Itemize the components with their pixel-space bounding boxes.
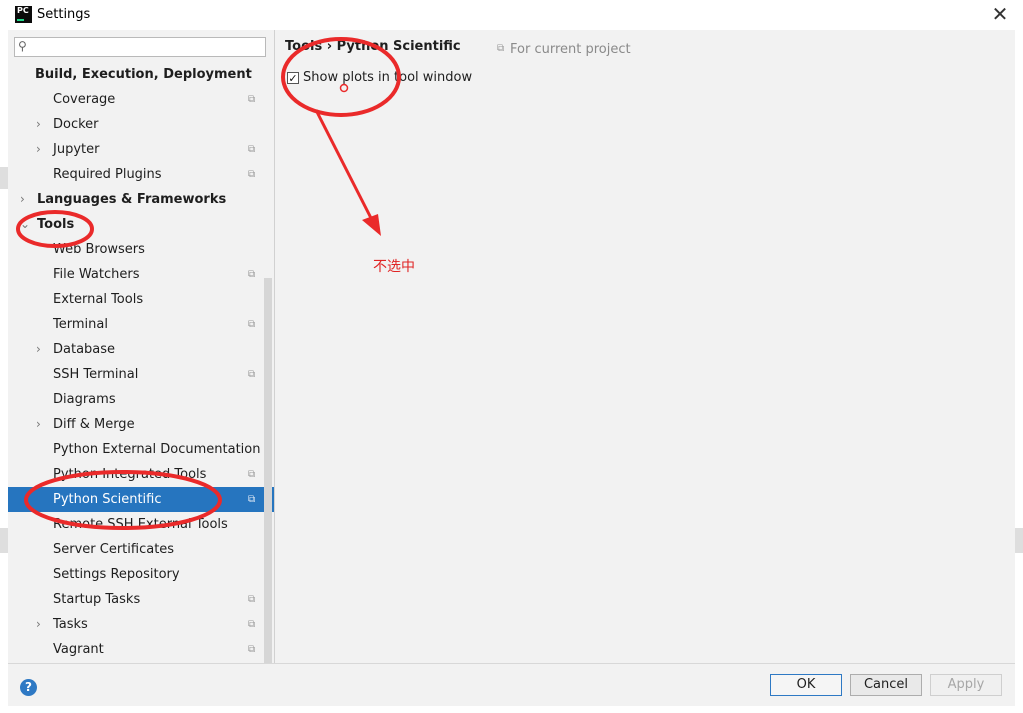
chevron-right-icon[interactable]: › xyxy=(36,112,41,137)
cancel-button[interactable]: Cancel xyxy=(850,674,922,696)
sidebar-item-remote-ssh-external-tools[interactable]: Remote SSH External Tools xyxy=(8,512,264,537)
close-icon[interactable]: ✕ xyxy=(990,4,1010,26)
project-scope-icon: ⧉ xyxy=(248,369,256,380)
sidebar-item-build-execution-deployment[interactable]: Build, Execution, Deployment xyxy=(8,62,264,87)
sidebar-item-vagrant[interactable]: Vagrant ⧉ xyxy=(8,637,264,662)
sidebar-item-tasks[interactable]: › Tasks ⧉ xyxy=(8,612,264,637)
sidebar-item-languages-frameworks[interactable]: › Languages & Frameworks xyxy=(8,187,264,212)
project-scope-icon: ⧉ xyxy=(248,169,256,180)
sidebar-item-docker[interactable]: › Docker xyxy=(8,112,264,137)
sidebar-item-web-browsers[interactable]: Web Browsers xyxy=(8,237,264,262)
sidebar-item-ssh-terminal[interactable]: SSH Terminal ⧉ xyxy=(8,362,264,387)
chevron-right-icon[interactable]: › xyxy=(36,337,41,362)
chevron-right-icon[interactable]: › xyxy=(36,137,41,162)
dialog-footer: ? OK Cancel Apply xyxy=(8,663,1015,706)
sidebar-item-required-plugins[interactable]: Required Plugins ⧉ xyxy=(8,162,264,187)
project-scope-icon: ⧉ xyxy=(248,319,256,330)
sidebar-item-diff-merge[interactable]: › Diff & Merge xyxy=(8,412,264,437)
show-plots-checkbox[interactable]: ✓ xyxy=(287,72,299,85)
project-scope-icon: ⧉ xyxy=(248,469,256,480)
scope-label: For current project xyxy=(510,42,631,57)
window-edge xyxy=(1015,0,1023,713)
sidebar-item-coverage[interactable]: Coverage ⧉ xyxy=(8,87,264,112)
project-scope-icon: ⧉ xyxy=(248,144,256,155)
settings-content: Tools › Python Scientific ⧉ For current … xyxy=(275,30,1015,663)
sidebar-item-startup-tasks[interactable]: Startup Tasks ⧉ xyxy=(8,587,264,612)
search-icon: ⚲ xyxy=(18,39,27,53)
settings-sidebar: ⚲ Build, Execution, Deployment Coverage … xyxy=(8,30,275,663)
sidebar-item-terminal[interactable]: Terminal ⧉ xyxy=(8,312,264,337)
title-bar: PC Settings ✕ xyxy=(0,0,1023,30)
pycharm-logo-icon: PC xyxy=(15,6,32,23)
project-scope-icon: ⧉ xyxy=(248,94,256,105)
sidebar-scrollbar[interactable] xyxy=(264,278,272,663)
show-plots-label[interactable]: Show plots in tool window xyxy=(303,70,472,85)
help-icon[interactable]: ? xyxy=(20,679,37,696)
sidebar-item-python-integrated-tools[interactable]: Python Integrated Tools ⧉ xyxy=(8,462,264,487)
sidebar-item-python-scientific[interactable]: Python Scientific ⧉ xyxy=(8,487,274,512)
project-scope-icon: ⧉ xyxy=(248,619,256,630)
sidebar-item-python-external-documentation[interactable]: Python External Documentation xyxy=(8,437,264,462)
apply-button[interactable]: Apply xyxy=(930,674,1002,696)
project-scope-icon: ⧉ xyxy=(248,594,256,605)
chevron-down-icon[interactable]: ⌄ xyxy=(20,212,30,237)
background-strip xyxy=(0,528,8,553)
sidebar-item-file-watchers[interactable]: File Watchers ⧉ xyxy=(8,262,264,287)
project-scope-icon: ⧉ xyxy=(497,43,505,54)
sidebar-item-database[interactable]: › Database xyxy=(8,337,264,362)
chevron-right-icon[interactable]: › xyxy=(36,612,41,637)
background-strip xyxy=(0,167,8,189)
chevron-right-icon[interactable]: › xyxy=(20,187,25,212)
sidebar-item-settings-repository[interactable]: Settings Repository xyxy=(8,562,264,587)
search-input[interactable] xyxy=(33,39,265,57)
sidebar-item-server-certificates[interactable]: Server Certificates xyxy=(8,537,264,562)
sidebar-item-tools[interactable]: ⌄ Tools xyxy=(8,212,264,237)
window-title: Settings xyxy=(37,7,91,22)
breadcrumb: Tools › Python Scientific xyxy=(285,39,461,54)
ok-button[interactable]: OK xyxy=(770,674,842,696)
project-scope-icon: ⧉ xyxy=(248,494,256,505)
project-scope-icon: ⧉ xyxy=(248,269,256,280)
sidebar-item-external-tools[interactable]: External Tools xyxy=(8,287,264,312)
sidebar-item-jupyter[interactable]: › Jupyter ⧉ xyxy=(8,137,264,162)
chevron-right-icon[interactable]: › xyxy=(36,412,41,437)
search-box[interactable]: ⚲ xyxy=(14,37,266,57)
project-scope-icon: ⧉ xyxy=(248,644,256,655)
annotation-note: 不选中 xyxy=(373,259,415,275)
sidebar-item-diagrams[interactable]: Diagrams xyxy=(8,387,264,412)
background-strip xyxy=(1015,528,1023,553)
